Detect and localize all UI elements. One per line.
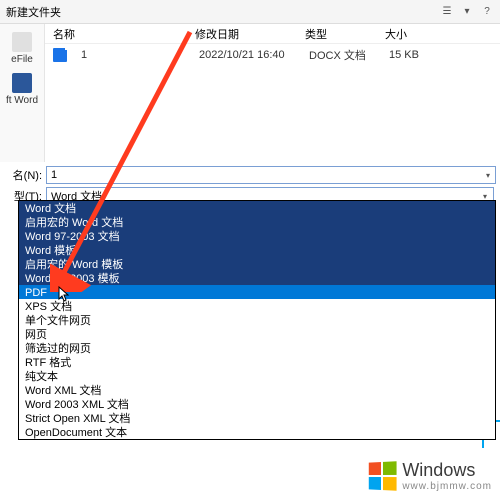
sidebar-item-label: ft Word (6, 95, 38, 106)
dd-option[interactable]: RTF 格式 (19, 355, 495, 369)
file-date: 2022/10/21 16:40 (199, 49, 309, 61)
filetype-dropdown-list: Word 文档 启用宏的 Word 文档 Word 97-2003 文档 Wor… (18, 200, 496, 440)
word-icon (12, 73, 32, 93)
file-size: 15 KB (389, 49, 449, 61)
col-date[interactable]: 修改日期 (195, 26, 305, 42)
dd-option[interactable]: 网页 (19, 327, 495, 341)
windows-logo-icon (369, 461, 397, 490)
toolbar: 新建文件夹 ☰ ▾ ? (0, 0, 500, 24)
dd-option[interactable]: 启用宏的 Word 文档 (19, 215, 495, 229)
filename-input[interactable] (46, 166, 496, 184)
dropdown-icon[interactable]: ▾ (460, 5, 474, 19)
col-size[interactable]: 大小 (385, 26, 445, 42)
main-area: eFile ft Word 名称 修改日期 类型 大小 1 2022/10/21… (0, 24, 500, 162)
save-dialog: 新建文件夹 ☰ ▾ ? eFile ft Word 名称 修改日期 类型 大小 (0, 0, 500, 500)
col-name[interactable]: 名称 (45, 26, 195, 42)
filename-row: 名(N): ▾ (6, 166, 494, 184)
folder-icon (12, 32, 32, 52)
watermark: Windows www.bjmmw.com (368, 460, 492, 492)
docx-icon (53, 48, 67, 62)
watermark-url: www.bjmmw.com (402, 481, 492, 492)
folder-title: 新建文件夹 (6, 4, 440, 20)
file-type: DOCX 文档 (309, 47, 389, 63)
dd-option[interactable]: Word 模板 (19, 243, 495, 257)
sidebar-item-label: eFile (11, 54, 33, 65)
list-header: 名称 修改日期 类型 大小 (45, 24, 500, 44)
sidebar-item-word[interactable]: ft Word (2, 69, 42, 110)
file-row[interactable]: 1 2022/10/21 16:40 DOCX 文档 15 KB (45, 44, 500, 66)
help-icon[interactable]: ? (480, 5, 494, 19)
dd-option[interactable]: 筛选过的网页 (19, 341, 495, 355)
dd-option[interactable]: Word 97-2003 文档 (19, 229, 495, 243)
file-list: 名称 修改日期 类型 大小 1 2022/10/21 16:40 DOCX 文档… (45, 24, 500, 162)
view-icon[interactable]: ☰ (440, 5, 454, 19)
dd-option[interactable]: 纯文本 (19, 369, 495, 383)
dd-option[interactable]: Word 97-2003 模板 (19, 271, 495, 285)
dd-option[interactable]: Word 2003 XML 文档 (19, 397, 495, 411)
dd-option[interactable]: XPS 文档 (19, 299, 495, 313)
col-type[interactable]: 类型 (305, 26, 385, 42)
sidebar: eFile ft Word (0, 24, 45, 162)
toolbar-actions: ☰ ▾ ? (440, 5, 494, 19)
chevron-down-icon[interactable]: ▾ (482, 169, 494, 181)
watermark-text: Windows www.bjmmw.com (402, 460, 492, 492)
dd-option[interactable]: 启用宏的 Word 模板 (19, 257, 495, 271)
dd-option[interactable]: 单个文件网页 (19, 313, 495, 327)
dd-option[interactable]: Strict Open XML 文档 (19, 411, 495, 425)
file-name: 1 (73, 49, 199, 61)
dd-option[interactable]: OpenDocument 文本 (19, 425, 495, 439)
dd-option[interactable]: Word 文档 (19, 201, 495, 215)
filename-label: 名(N): (6, 167, 46, 183)
dd-option[interactable]: Word XML 文档 (19, 383, 495, 397)
watermark-brand: Windows (402, 460, 492, 481)
dd-option-pdf[interactable]: PDF (19, 285, 495, 299)
sidebar-item-efile[interactable]: eFile (2, 28, 42, 69)
